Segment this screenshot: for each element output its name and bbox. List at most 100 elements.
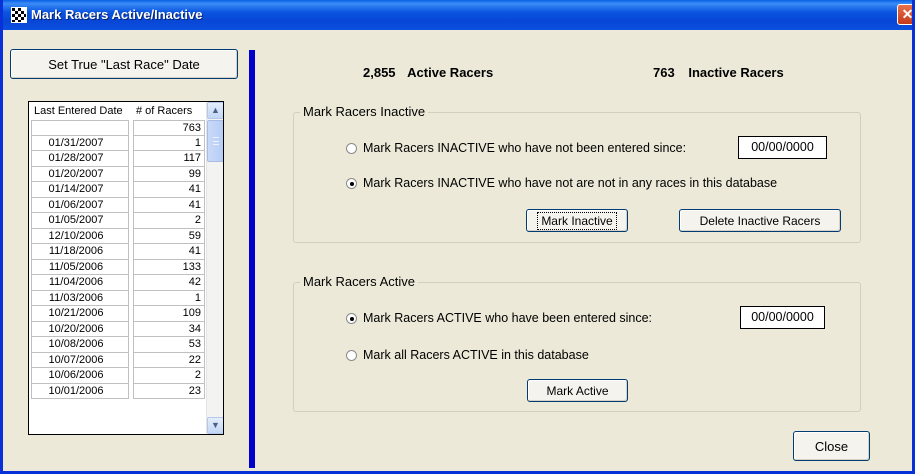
radio-active-all[interactable] <box>346 349 357 361</box>
list-row[interactable]: 01/28/2007 117 <box>29 151 207 167</box>
cell-num-racers: 109 <box>133 306 205 322</box>
title-bar[interactable]: Mark Racers Active/Inactive ✕ <box>3 0 912 30</box>
close-icon[interactable]: ✕ <box>897 4 912 25</box>
cell-last-entered-date: 11/18/2006 <box>31 244 129 260</box>
cell-last-entered-date: 11/04/2006 <box>31 275 129 291</box>
scroll-thumb[interactable] <box>207 120 223 162</box>
cell-num-racers: 1 <box>133 290 205 306</box>
inactive-racers-stat: 763 Inactive Racers <box>653 65 784 80</box>
cell-last-entered-date: 01/28/2007 <box>31 151 129 167</box>
list-row[interactable]: 10/08/2006 53 <box>29 337 207 353</box>
cell-num-racers: 23 <box>133 383 205 399</box>
mark-inactive-group: Mark Racers Inactive Mark Racers INACTIV… <box>293 104 861 243</box>
cell-last-entered-date: 10/21/2006 <box>31 306 129 322</box>
list-row[interactable]: 10/20/2006 34 <box>29 321 207 337</box>
vertical-scrollbar[interactable]: ▲ ▼ <box>206 102 223 434</box>
list-row[interactable]: 01/20/2007 99 <box>29 166 207 182</box>
radio-inactive-no-races[interactable] <box>346 177 357 189</box>
cell-num-racers: 34 <box>133 321 205 337</box>
cell-num-racers: 2 <box>133 213 205 229</box>
mark-active-label: Mark Active <box>546 383 609 398</box>
mark-active-legend: Mark Racers Active <box>300 274 418 289</box>
radio-active-since[interactable] <box>346 312 357 324</box>
list-row[interactable]: 10/07/2006 22 <box>29 352 207 368</box>
cell-last-entered-date: 11/05/2006 <box>31 259 129 275</box>
column-header-num-racers[interactable]: # of Racers <box>132 102 207 120</box>
active-option-all-label: Mark all Racers ACTIVE in this database <box>363 348 589 362</box>
cell-last-entered-date: 01/05/2007 <box>31 213 129 229</box>
scroll-down-icon[interactable]: ▼ <box>207 417 223 434</box>
active-count: 2,855 <box>363 65 396 80</box>
active-racers-stat: 2,855 Active Racers <box>363 65 493 80</box>
mark-inactive-label: Mark Inactive <box>537 211 617 230</box>
list-row[interactable]: 01/31/2007 1 <box>29 135 207 151</box>
close-button-label: Close <box>814 438 849 454</box>
list-row[interactable]: 12/10/2006 59 <box>29 228 207 244</box>
cell-last-entered-date: 10/08/2006 <box>31 337 129 353</box>
cell-num-racers: 133 <box>133 259 205 275</box>
vertical-divider <box>249 50 255 468</box>
cell-num-racers: 53 <box>133 337 205 353</box>
app-icon <box>11 7 27 23</box>
delete-inactive-racers-button[interactable]: Delete Inactive Racers <box>679 209 841 232</box>
active-option-since-label: Mark Racers ACTIVE who have been entered… <box>363 311 653 325</box>
active-option-since[interactable]: Mark Racers ACTIVE who have been entered… <box>346 311 652 325</box>
list-row[interactable]: 01/14/2007 41 <box>29 182 207 198</box>
active-option-all[interactable]: Mark all Racers ACTIVE in this database <box>346 348 589 362</box>
cell-last-entered-date: 01/06/2007 <box>31 197 129 213</box>
set-last-race-date-label: Set True "Last Race" Date <box>48 56 200 72</box>
list-row[interactable]: 763 <box>29 120 207 136</box>
list-row[interactable]: 01/06/2007 41 <box>29 197 207 213</box>
cell-last-entered-date: 11/03/2006 <box>31 290 129 306</box>
cell-num-racers: 22 <box>133 352 205 368</box>
list-row[interactable]: 11/05/2006 133 <box>29 259 207 275</box>
cell-num-racers: 41 <box>133 182 205 198</box>
cell-num-racers: 42 <box>133 275 205 291</box>
inactive-count: 763 <box>653 65 675 80</box>
mark-inactive-legend: Mark Racers Inactive <box>300 104 429 119</box>
column-header-last-entered-date[interactable]: Last Entered Date <box>29 102 132 120</box>
cell-last-entered-date: 10/20/2006 <box>31 321 129 337</box>
cell-last-entered-date: 01/20/2007 <box>31 166 129 182</box>
cell-num-racers: 41 <box>133 244 205 260</box>
delete-inactive-label: Delete Inactive Racers <box>699 213 821 228</box>
list-row[interactable]: 10/21/2006 109 <box>29 306 207 322</box>
list-row[interactable]: 10/06/2006 2 <box>29 368 207 384</box>
cell-num-racers: 1 <box>133 135 205 151</box>
inactive-option-no-races[interactable]: Mark Racers INACTIVE who have not are no… <box>346 176 777 190</box>
close-button[interactable]: Close <box>793 431 870 461</box>
inactive-label: Inactive Racers <box>688 65 784 80</box>
list-row[interactable]: 11/18/2006 41 <box>29 244 207 260</box>
inactive-option-no-races-label: Mark Racers INACTIVE who have not are no… <box>363 176 778 190</box>
list-row[interactable]: 01/05/2007 2 <box>29 213 207 229</box>
mark-active-group: Mark Racers Active Mark Racers ACTIVE wh… <box>293 274 861 412</box>
inactive-option-since-label: Mark Racers INACTIVE who have not been e… <box>363 141 687 155</box>
cell-num-racers: 117 <box>133 151 205 167</box>
cell-last-entered-date: 12/10/2006 <box>31 228 129 244</box>
window-title: Mark Racers Active/Inactive <box>31 7 203 22</box>
cell-last-entered-date: 10/01/2006 <box>31 383 129 399</box>
mark-inactive-button[interactable]: Mark Inactive <box>526 209 628 232</box>
mark-racers-window: Mark Racers Active/Inactive ✕ Set True "… <box>0 0 915 474</box>
set-last-race-date-button[interactable]: Set True "Last Race" Date <box>10 49 238 79</box>
active-since-date-field[interactable]: 00/00/0000 <box>740 306 825 329</box>
inactive-since-date-field[interactable]: 00/00/0000 <box>738 136 827 159</box>
list-row[interactable]: 11/03/2006 1 <box>29 290 207 306</box>
radio-inactive-since[interactable] <box>346 142 357 154</box>
cell-last-entered-date: 10/07/2006 <box>31 352 129 368</box>
mark-active-button[interactable]: Mark Active <box>527 379 628 402</box>
cell-num-racers: 763 <box>133 120 205 136</box>
cell-last-entered-date: 01/14/2007 <box>31 182 129 198</box>
cell-num-racers: 59 <box>133 228 205 244</box>
cell-num-racers: 41 <box>133 197 205 213</box>
cell-last-entered-date: 01/31/2007 <box>31 135 129 151</box>
last-entered-list[interactable]: Last Entered Date # of Racers 763 01/31/2… <box>28 101 224 435</box>
list-row[interactable]: 10/01/2006 23 <box>29 383 207 399</box>
cell-last-entered-date <box>31 120 129 136</box>
cell-num-racers: 2 <box>133 368 205 384</box>
cell-last-entered-date: 10/06/2006 <box>31 368 129 384</box>
list-row[interactable]: 11/04/2006 42 <box>29 275 207 291</box>
inactive-option-since[interactable]: Mark Racers INACTIVE who have not been e… <box>346 141 686 155</box>
scroll-up-icon[interactable]: ▲ <box>207 102 223 119</box>
active-label: Active Racers <box>407 65 494 80</box>
